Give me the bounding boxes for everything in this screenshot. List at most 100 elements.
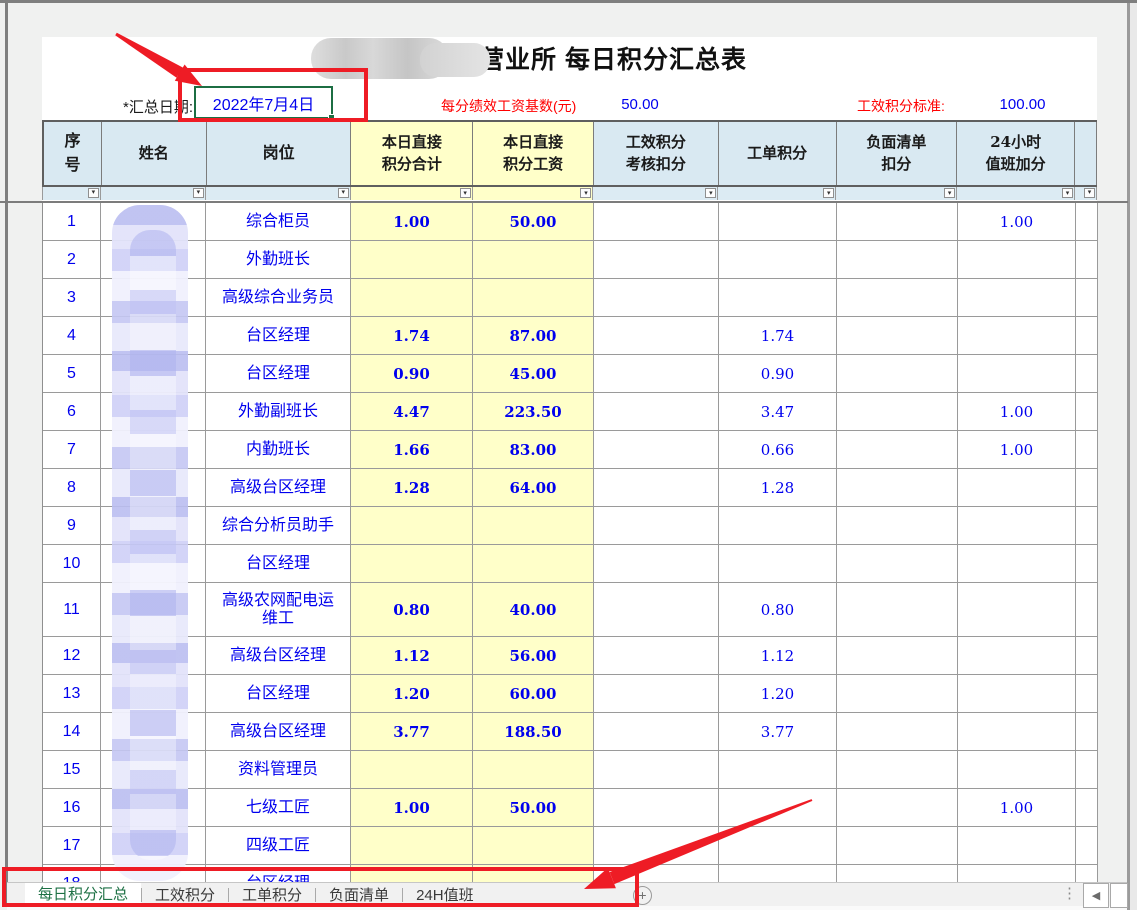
seq-cell[interactable]: 11 (43, 583, 101, 637)
eff-deduct-cell[interactable] (594, 317, 719, 355)
filter-dropdown-icon[interactable]: ▾ (460, 188, 471, 198)
total-cell[interactable]: 1.28 (351, 469, 473, 507)
blank-cell[interactable] (1076, 637, 1098, 675)
neg-deduct-cell[interactable] (837, 469, 958, 507)
order-pts-cell[interactable] (719, 827, 837, 865)
duty-add-cell[interactable] (958, 317, 1076, 355)
sheet-tab-1[interactable]: 每日积分汇总 (25, 883, 141, 906)
position-cell[interactable]: 七级工匠 (206, 789, 351, 827)
total-cell[interactable]: 0.90 (351, 355, 473, 393)
wage-cell[interactable]: 83.00 (473, 431, 594, 469)
eff-deduct-cell[interactable] (594, 393, 719, 431)
seq-cell[interactable]: 14 (43, 713, 101, 751)
blank-cell[interactable] (1076, 827, 1098, 865)
duty-add-cell[interactable] (958, 583, 1076, 637)
filter-dropdown-icon[interactable]: ▾ (1084, 188, 1095, 198)
sheet-tab-5[interactable]: 24H值班 (403, 883, 487, 906)
neg-deduct-cell[interactable] (837, 545, 958, 583)
column-header-duty-add[interactable]: 24小时 值班加分 (957, 122, 1075, 185)
total-cell[interactable] (351, 751, 473, 789)
seq-cell[interactable]: 8 (43, 469, 101, 507)
order-pts-cell[interactable]: 1.28 (719, 469, 837, 507)
position-cell[interactable]: 台区经理 (206, 355, 351, 393)
position-cell[interactable]: 高级农网配电运维工 (206, 583, 351, 637)
neg-deduct-cell[interactable] (837, 583, 958, 637)
total-cell[interactable]: 1.66 (351, 431, 473, 469)
order-pts-cell[interactable] (719, 241, 837, 279)
seq-cell[interactable]: 7 (43, 431, 101, 469)
duty-add-cell[interactable] (958, 507, 1076, 545)
order-pts-cell[interactable]: 1.74 (719, 317, 837, 355)
eff-deduct-cell[interactable] (594, 675, 719, 713)
column-header-neg-deduct[interactable]: 负面清单 扣分 (837, 122, 958, 185)
neg-deduct-cell[interactable] (837, 789, 958, 827)
blank-cell[interactable] (1076, 751, 1098, 789)
seq-cell[interactable]: 5 (43, 355, 101, 393)
seq-cell[interactable]: 15 (43, 751, 101, 789)
duty-add-cell[interactable] (958, 751, 1076, 789)
duty-add-cell[interactable] (958, 469, 1076, 507)
seq-cell[interactable]: 1 (43, 203, 101, 241)
position-cell[interactable]: 内勤班长 (206, 431, 351, 469)
order-pts-cell[interactable] (719, 789, 837, 827)
filter-dropdown-icon[interactable]: ▾ (705, 188, 716, 198)
position-cell[interactable]: 高级综合业务员 (206, 279, 351, 317)
order-pts-cell[interactable]: 0.66 (719, 431, 837, 469)
total-cell[interactable] (351, 545, 473, 583)
column-header-total[interactable]: 本日直接 积分合计 (351, 122, 473, 185)
neg-deduct-cell[interactable] (837, 241, 958, 279)
seq-cell[interactable]: 12 (43, 637, 101, 675)
wage-cell[interactable]: 60.00 (473, 675, 594, 713)
duty-add-cell[interactable] (958, 355, 1076, 393)
total-cell[interactable]: 1.00 (351, 203, 473, 241)
wage-cell[interactable]: 87.00 (473, 317, 594, 355)
total-cell[interactable] (351, 827, 473, 865)
position-cell[interactable]: 综合分析员助手 (206, 507, 351, 545)
position-cell[interactable]: 资料管理员 (206, 751, 351, 789)
duty-add-cell[interactable] (958, 713, 1076, 751)
total-cell[interactable]: 0.80 (351, 583, 473, 637)
filter-dropdown-icon[interactable]: ▾ (944, 188, 955, 198)
blank-cell[interactable] (1076, 789, 1098, 827)
column-header-wage[interactable]: 本日直接 积分工资 (473, 122, 594, 185)
filter-dropdown-icon[interactable]: ▾ (580, 188, 591, 198)
neg-deduct-cell[interactable] (837, 279, 958, 317)
order-pts-cell[interactable]: 1.12 (719, 637, 837, 675)
add-sheet-button[interactable]: + (633, 886, 652, 905)
eff-deduct-cell[interactable] (594, 583, 719, 637)
total-cell[interactable]: 3.77 (351, 713, 473, 751)
tab-splitter-handle[interactable]: ⋮ (1062, 884, 1074, 906)
duty-add-cell[interactable]: 1.00 (958, 203, 1076, 241)
order-pts-cell[interactable]: 1.20 (719, 675, 837, 713)
neg-deduct-cell[interactable] (837, 751, 958, 789)
eff-deduct-cell[interactable] (594, 507, 719, 545)
total-cell[interactable]: 4.47 (351, 393, 473, 431)
column-header-seq[interactable]: 序 号 (44, 122, 102, 185)
position-cell[interactable]: 台区经理 (206, 317, 351, 355)
blank-cell[interactable] (1076, 279, 1098, 317)
filter-dropdown-icon[interactable]: ▾ (193, 188, 204, 198)
position-cell[interactable]: 综合柜员 (206, 203, 351, 241)
total-cell[interactable]: 1.20 (351, 675, 473, 713)
wage-cell[interactable] (473, 241, 594, 279)
blank-cell[interactable] (1076, 317, 1098, 355)
order-pts-cell[interactable]: 3.47 (719, 393, 837, 431)
blank-cell[interactable] (1076, 713, 1098, 751)
eff-deduct-cell[interactable] (594, 545, 719, 583)
position-cell[interactable]: 高级台区经理 (206, 469, 351, 507)
wage-cell[interactable]: 40.00 (473, 583, 594, 637)
blank-cell[interactable] (1076, 241, 1098, 279)
filter-dropdown-icon[interactable]: ▾ (823, 188, 834, 198)
seq-cell[interactable]: 10 (43, 545, 101, 583)
duty-add-cell[interactable]: 1.00 (958, 393, 1076, 431)
blank-cell[interactable] (1076, 431, 1098, 469)
wage-cell[interactable]: 56.00 (473, 637, 594, 675)
seq-cell[interactable]: 2 (43, 241, 101, 279)
blank-cell[interactable] (1076, 203, 1098, 241)
seq-cell[interactable]: 6 (43, 393, 101, 431)
seq-cell[interactable]: 17 (43, 827, 101, 865)
filter-dropdown-icon[interactable]: ▾ (338, 188, 349, 198)
neg-deduct-cell[interactable] (837, 637, 958, 675)
wage-cell[interactable]: 64.00 (473, 469, 594, 507)
duty-add-cell[interactable] (958, 637, 1076, 675)
